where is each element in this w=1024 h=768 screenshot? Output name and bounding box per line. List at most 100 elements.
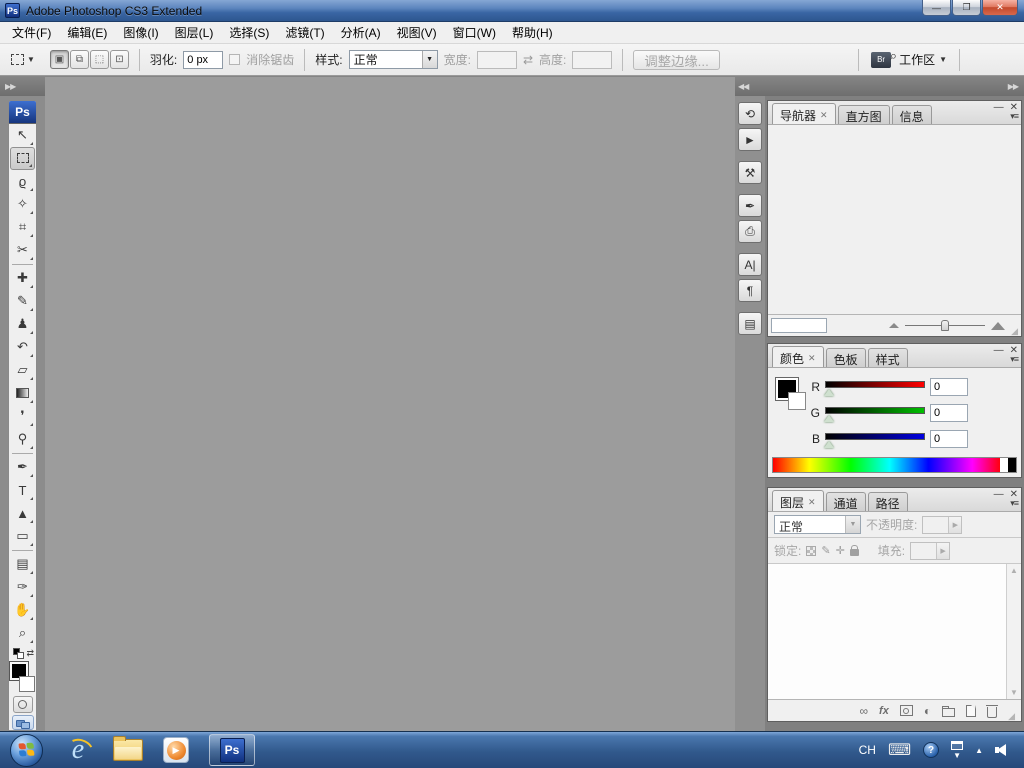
panel-menu-icon[interactable]: ▾≡: [1010, 354, 1019, 365]
resize-grip[interactable]: ◢: [1008, 712, 1015, 721]
menu-filter[interactable]: 滤镜(T): [277, 21, 332, 44]
panel-minimize-icon[interactable]: —: [994, 489, 1004, 500]
help-icon[interactable]: ?: [923, 742, 940, 758]
link-layers-icon[interactable]: ∞: [859, 704, 868, 718]
lock-pixels-icon[interactable]: ✎: [821, 544, 830, 557]
new-group-icon[interactable]: [942, 705, 956, 717]
tool-history-brush[interactable]: ↶: [10, 336, 35, 359]
default-swap-colors[interactable]: ⇄: [10, 647, 35, 660]
photoshop-taskbar-button[interactable]: Ps: [209, 734, 255, 766]
zoom-slider[interactable]: [905, 320, 986, 331]
panel-button-clone-source[interactable]: ⎙: [738, 220, 762, 243]
panel-button-character[interactable]: A|: [738, 253, 762, 276]
tool-move[interactable]: ↖: [10, 124, 35, 147]
panel-button-layer-comps[interactable]: ▤: [738, 312, 762, 335]
workspace-dropdown[interactable]: 工作区 ▼: [899, 51, 947, 68]
channel-slider[interactable]: [824, 404, 925, 422]
tool-dodge[interactable]: ⚲: [10, 428, 35, 454]
tool-gradient[interactable]: [10, 382, 35, 405]
antialias-checkbox[interactable]: [229, 54, 241, 65]
channel-slider[interactable]: [824, 378, 925, 396]
icon-dock-collapse[interactable]: ◀◀: [735, 76, 765, 96]
start-button[interactable]: [10, 733, 43, 767]
layers-scrollbar[interactable]: ▲ ▼: [1006, 564, 1021, 699]
new-selection-button[interactable]: ▣: [49, 50, 69, 69]
tool-blur[interactable]: ❜: [10, 405, 35, 428]
lock-position-icon[interactable]: ✛: [836, 544, 845, 557]
internet-explorer-button[interactable]: e: [63, 734, 93, 765]
new-layer-icon[interactable]: [966, 704, 977, 717]
panel-button-tool-presets[interactable]: ⚒: [738, 161, 762, 184]
tool-lasso[interactable]: ϱ: [10, 170, 35, 193]
tab-styles[interactable]: 样式: [867, 348, 908, 367]
close-icon[interactable]: ✕: [820, 110, 828, 121]
feather-input[interactable]: [183, 50, 224, 69]
chevron-down-icon[interactable]: ▼: [421, 51, 437, 68]
mini-background-swatch[interactable]: [17, 651, 24, 659]
media-player-button[interactable]: ▶: [163, 737, 189, 763]
screen-mode-button[interactable]: [11, 714, 34, 730]
zoom-percent-input[interactable]: [771, 318, 827, 333]
menu-help[interactable]: 帮助(H): [504, 21, 561, 44]
slider-thumb-icon[interactable]: [824, 441, 834, 448]
tool-notes[interactable]: ▤: [10, 553, 35, 576]
delete-layer-icon[interactable]: [986, 704, 999, 718]
tool-shape[interactable]: ▭: [10, 525, 35, 551]
menu-view[interactable]: 视图(V): [389, 21, 445, 44]
keyboard-icon[interactable]: ⌨: [888, 740, 911, 760]
tool-pen[interactable]: ✒: [10, 456, 35, 479]
tool-hand[interactable]: ✋: [10, 599, 35, 622]
tool-eraser[interactable]: ▱: [10, 359, 35, 382]
tab-layers[interactable]: 图层 ✕: [772, 490, 824, 511]
tab-channels[interactable]: 通道: [825, 492, 866, 511]
scroll-down-icon[interactable]: ▼: [1010, 688, 1018, 697]
tab-histogram[interactable]: 直方图: [837, 105, 890, 124]
language-indicator[interactable]: CH: [859, 743, 876, 757]
quick-mask-button[interactable]: [12, 695, 33, 713]
panel-dock-collapse[interactable]: ▶▶: [765, 76, 1024, 96]
menu-window[interactable]: 窗口(W): [445, 21, 504, 44]
menu-select[interactable]: 选择(S): [221, 21, 277, 44]
tab-paths[interactable]: 路径: [867, 492, 908, 511]
tool-type[interactable]: T: [10, 479, 35, 502]
menu-image[interactable]: 图像(I): [115, 21, 166, 44]
close-icon[interactable]: ✕: [808, 353, 816, 364]
close-icon[interactable]: ✕: [808, 497, 816, 508]
tool-slice[interactable]: ✂: [10, 239, 35, 265]
panel-minimize-icon[interactable]: —: [994, 102, 1004, 113]
tool-preset-picker[interactable]: ▼: [8, 52, 38, 67]
style-select[interactable]: 正常 ▼: [348, 50, 438, 69]
close-button[interactable]: ✕: [982, 0, 1018, 16]
resize-grip[interactable]: ◢: [1011, 327, 1018, 336]
subtract-from-selection-button[interactable]: ⬚: [89, 50, 109, 69]
lock-transparency-icon[interactable]: [806, 545, 817, 556]
panel-minimize-icon[interactable]: —: [994, 345, 1004, 356]
background-color-swatch[interactable]: [19, 675, 35, 692]
channel-value-input[interactable]: [930, 404, 968, 422]
tool-clone-stamp[interactable]: ♟: [10, 313, 35, 336]
channel-value-input[interactable]: [930, 378, 968, 396]
scroll-up-icon[interactable]: ▲: [1010, 566, 1018, 575]
tool-zoom[interactable]: ⌕: [10, 622, 35, 645]
tab-navigator[interactable]: 导航器 ✕: [772, 103, 836, 124]
intersect-selection-button[interactable]: ⊡: [109, 50, 129, 69]
panel-button-paragraph[interactable]: ¶: [738, 279, 762, 302]
zoom-out-icon[interactable]: [889, 323, 900, 328]
show-hidden-icons[interactable]: ▲: [975, 746, 983, 755]
slider-thumb-icon[interactable]: [824, 389, 834, 396]
menu-file[interactable]: 文件(F): [4, 21, 59, 44]
channel-value-input[interactable]: [930, 430, 968, 448]
menu-analysis[interactable]: 分析(A): [333, 21, 389, 44]
canvas[interactable]: [45, 76, 735, 731]
explorer-button[interactable]: [113, 736, 143, 761]
minimize-button[interactable]: —: [922, 0, 951, 16]
swap-colors-icon[interactable]: ⇄: [26, 648, 34, 659]
titlebar[interactable]: Ps Adobe Photoshop CS3 Extended — ❐ ✕: [0, 0, 1024, 22]
adjustment-layer-icon[interactable]: ◐: [924, 704, 931, 718]
tool-dock-collapse[interactable]: ▶▶: [0, 76, 45, 96]
blend-mode-select[interactable]: 正常 ▼: [774, 515, 861, 534]
restore-button[interactable]: ❐: [952, 0, 981, 16]
background-color-swatch[interactable]: [788, 392, 806, 410]
color-spectrum-ramp[interactable]: [772, 457, 1017, 473]
panel-button-brushes[interactable]: ✒: [738, 194, 762, 217]
